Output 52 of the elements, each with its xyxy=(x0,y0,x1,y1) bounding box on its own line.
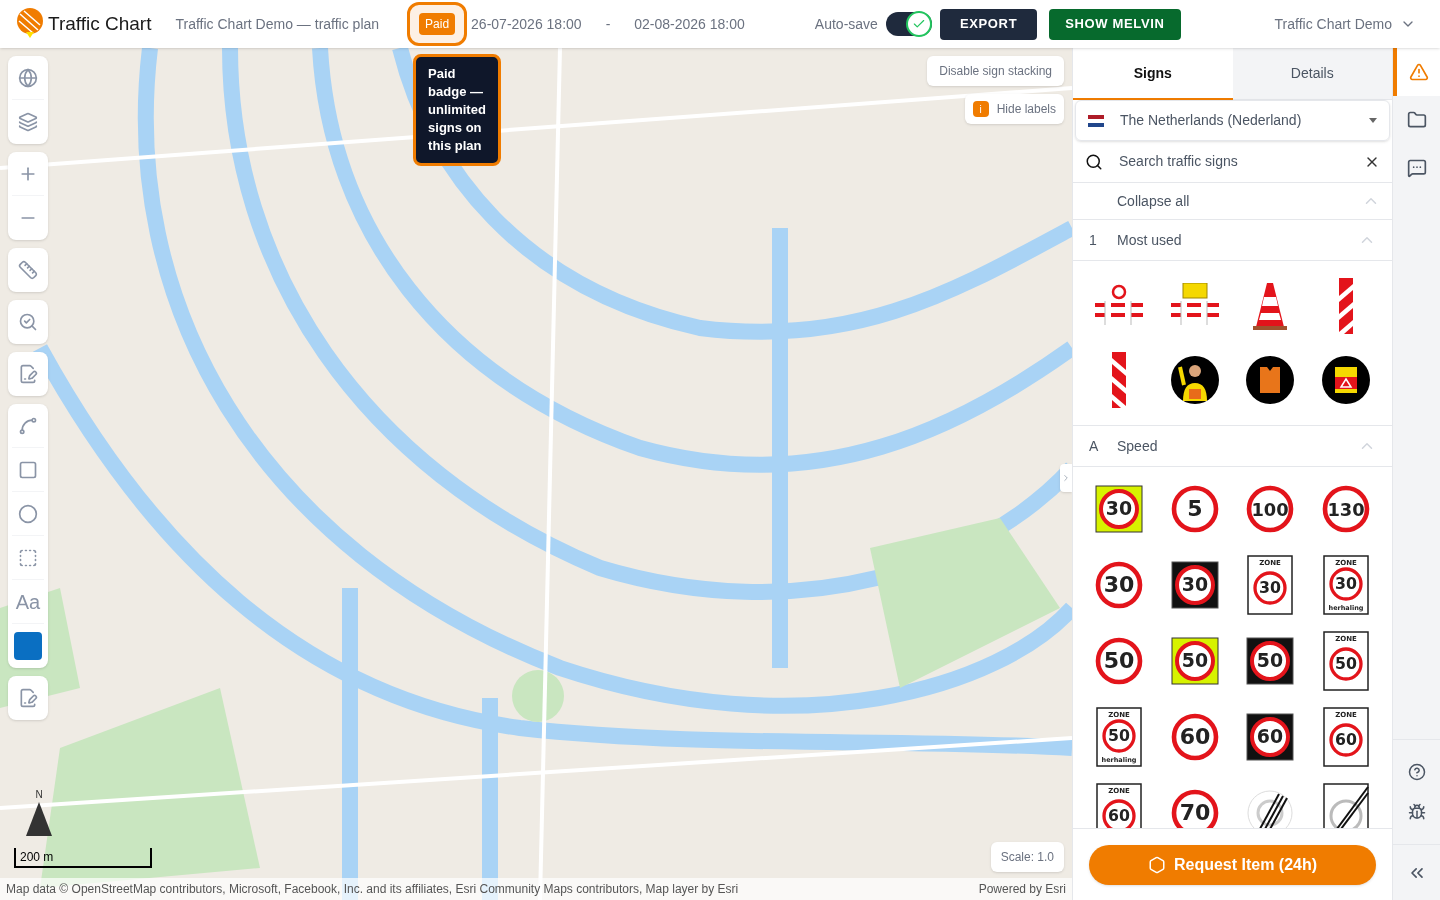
info-badge: i xyxy=(972,101,989,117)
logo-icon xyxy=(16,8,44,40)
search-icon xyxy=(1085,152,1103,171)
safety-vest-icon[interactable] xyxy=(1321,355,1372,405)
account-menu[interactable]: Traffic Chart Demo xyxy=(1274,13,1416,35)
panel-handle[interactable] xyxy=(1060,464,1072,492)
color-swatch[interactable] xyxy=(14,632,42,660)
speed-limit-sign[interactable]: 30 xyxy=(1093,560,1144,610)
powered-by: Powered by Esri xyxy=(978,881,1066,898)
country-select[interactable]: The Netherlands (Nederland) xyxy=(1075,100,1390,141)
paid-badge: Paid xyxy=(419,13,456,35)
scale-bar: 200 m xyxy=(14,848,152,868)
hide-labels-button[interactable]: i Hide labels xyxy=(964,94,1064,124)
flag-icon xyxy=(1088,114,1104,127)
speed-limit-sign[interactable]: 130 xyxy=(1321,484,1372,534)
speed-limit-sign[interactable]: 50 xyxy=(1169,636,1220,686)
autosave-label: Auto-save xyxy=(814,14,878,34)
tooltip: Paid badge — unlimited signs on this plan xyxy=(413,54,502,166)
north-arrow-icon xyxy=(26,802,52,836)
export-button[interactable]: EXPORT xyxy=(939,8,1038,40)
speed-limit-sign[interactable]: 30 xyxy=(1093,484,1144,534)
end-date: 02-08-2026 18:00 xyxy=(634,14,745,34)
show-melvin-button[interactable]: SHOW MELVIN xyxy=(1049,8,1181,40)
traffic-cone-icon[interactable] xyxy=(1252,281,1289,331)
speed-limit-sign[interactable]: 100 xyxy=(1245,484,1296,534)
speed-limit-sign[interactable]: 30 xyxy=(1169,560,1220,610)
panel-tab[interactable]: Details xyxy=(1232,48,1392,100)
safety-vest-icon[interactable] xyxy=(1245,355,1296,405)
app-name: Traffic Chart xyxy=(48,11,152,36)
check-icon xyxy=(911,17,926,31)
start-date: 26-07-2026 18:00 xyxy=(471,14,582,34)
striped-post-icon[interactable] xyxy=(1337,277,1356,335)
plus-hexagon-icon xyxy=(1147,855,1166,874)
speed-limit-sign[interactable]: 50 xyxy=(1245,636,1296,686)
warning-icon[interactable] xyxy=(1392,48,1440,96)
north-label: N xyxy=(35,788,43,802)
speed-limit-sign[interactable]: 5 xyxy=(1169,484,1220,534)
map-attribution: Map data © OpenStreetMap contributors, Microsoft, Facebook, Inc. and its affiliates, Esri Community Maps contributors, Map layer by Esri xyxy=(6,881,739,898)
worker-icon[interactable] xyxy=(1169,355,1220,405)
autosave-toggle[interactable] xyxy=(885,12,932,36)
search-field[interactable]: Search traffic signs xyxy=(1119,151,1364,172)
scale-label: Scale: 1.0 xyxy=(990,842,1064,872)
end-zone-sign-icon[interactable] xyxy=(1322,783,1371,828)
speed-limit-sign[interactable]: 60 xyxy=(1245,712,1296,762)
date-separator: - xyxy=(605,14,611,34)
disable-sign-stacking-button[interactable]: Disable sign stacking xyxy=(927,56,1064,86)
speed-limit-sign[interactable]: 60 xyxy=(1169,712,1220,762)
striped-post-icon[interactable] xyxy=(1109,351,1128,409)
dropdown-caret-icon xyxy=(1369,118,1377,123)
plan-title: Traffic Chart Demo — traffic plan xyxy=(175,14,380,34)
collapse-all-button[interactable]: Collapse all xyxy=(1073,183,1392,220)
speed-limit-sign[interactable]: 50 xyxy=(1093,636,1144,686)
